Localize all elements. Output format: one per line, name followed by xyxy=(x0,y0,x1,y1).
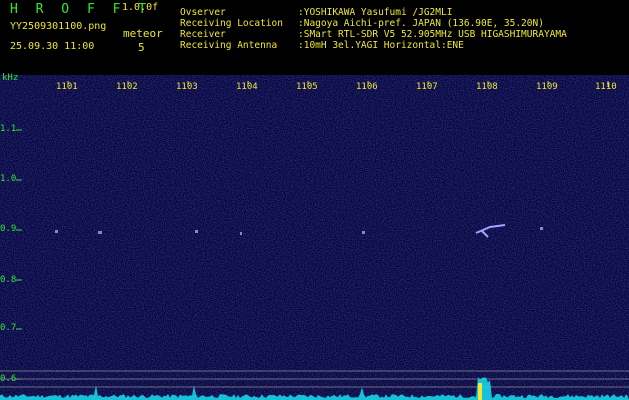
spectrogram xyxy=(0,75,629,400)
info-antenna: Receiving Antenna :10mH 3el.YAGI Horizont… xyxy=(180,41,464,51)
y-tick-label: 1.0 xyxy=(0,174,17,184)
signal-blip xyxy=(98,231,102,234)
x-tick-label: 1105 xyxy=(296,82,318,92)
info-label: Receiver xyxy=(180,29,226,40)
x-tick-label: 1102 xyxy=(116,82,138,92)
meteor-label: meteor xyxy=(123,27,163,40)
signal-blip xyxy=(195,230,198,233)
signal-blip xyxy=(55,230,58,233)
info-label: Ovserver xyxy=(180,7,226,18)
timestamp: 25.09.30 11:00 xyxy=(10,41,95,52)
trace-peak xyxy=(478,383,482,400)
info-label: Receiving Antenna xyxy=(180,40,278,51)
y-tick-label: 0.6 xyxy=(0,374,17,384)
x-tick-label: 1110 xyxy=(595,82,617,92)
signal-blip xyxy=(362,231,365,234)
x-tick-label: 1106 xyxy=(356,82,378,92)
signal-blip xyxy=(240,232,242,235)
signal-blip xyxy=(540,227,543,230)
header-panel: H R O F F T 1.0.0f YY2509301100.png 25.0… xyxy=(0,0,629,75)
x-tick-label: 1107 xyxy=(416,82,438,92)
x-tick-label: 1103 xyxy=(176,82,198,92)
info-value: :SMart RTL-SDR V5 52.905MHz USB HIGASHIM… xyxy=(298,29,567,40)
x-tick-label: 1108 xyxy=(476,82,498,92)
info-location: Receiving Location :Nagoya Aichi-pref. JA… xyxy=(180,19,544,29)
meteor-count: 5 xyxy=(138,41,145,54)
y-tick-label: 0.8 xyxy=(0,275,17,285)
x-tick-label: 1104 xyxy=(236,82,258,92)
info-receiver: Receiver :SMart RTL-SDR V5 52.905MHz USB … xyxy=(180,30,567,40)
x-tick-label: 1101 xyxy=(56,82,78,92)
info-label: Receiving Location xyxy=(180,18,283,29)
spectrum-noise xyxy=(0,75,629,400)
y-axis-unit: kHz xyxy=(2,73,19,83)
info-value: :YOSHIKAWA Yasufumi /JG2MLI xyxy=(298,7,453,18)
y-tick-label: 0.7 xyxy=(0,323,17,333)
file-name: YY2509301100.png xyxy=(10,21,107,32)
y-tick-label: 0.9 xyxy=(0,224,17,234)
info-value: :Nagoya Aichi-pref. JAPAN (136.90E, 35.2… xyxy=(298,18,544,29)
app-version: 1.0.0f xyxy=(122,2,159,13)
info-value: :10mH 3el.YAGI Horizontal:ENE xyxy=(298,40,464,51)
info-observer: Ovserver :YOSHIKAWA Yasufumi /JG2MLI xyxy=(180,8,452,18)
y-tick-label: 1.1 xyxy=(0,124,17,134)
x-tick-label: 1109 xyxy=(536,82,558,92)
